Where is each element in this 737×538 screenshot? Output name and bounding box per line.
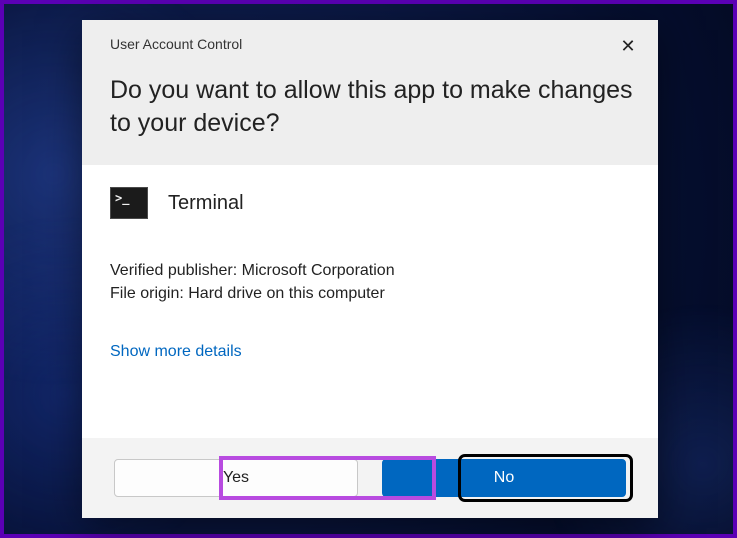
close-button[interactable]: ✕ bbox=[612, 30, 644, 62]
app-info: Verified publisher: Microsoft Corporatio… bbox=[110, 259, 630, 305]
show-more-details-link[interactable]: Show more details bbox=[110, 343, 242, 360]
dialog-header: ✕ User Account Control Do you want to al… bbox=[82, 20, 658, 165]
uac-dialog: ✕ User Account Control Do you want to al… bbox=[82, 20, 658, 518]
dialog-footer: Yes No bbox=[82, 438, 658, 518]
yes-button[interactable]: Yes bbox=[114, 459, 358, 497]
close-icon: ✕ bbox=[620, 36, 635, 57]
dialog-title: User Account Control bbox=[110, 36, 634, 52]
publisher-label: Verified publisher: bbox=[110, 262, 242, 279]
no-button[interactable]: No bbox=[382, 459, 626, 497]
app-row: >_ Terminal bbox=[110, 187, 630, 219]
origin-label: File origin: bbox=[110, 285, 188, 302]
dialog-body: >_ Terminal Verified publisher: Microsof… bbox=[82, 165, 658, 438]
origin-value: Hard drive on this computer bbox=[188, 285, 385, 302]
terminal-icon: >_ bbox=[110, 187, 148, 219]
app-name: Terminal bbox=[168, 192, 244, 215]
publisher-value: Microsoft Corporation bbox=[242, 262, 395, 279]
dialog-prompt: Do you want to allow this app to make ch… bbox=[110, 74, 634, 139]
